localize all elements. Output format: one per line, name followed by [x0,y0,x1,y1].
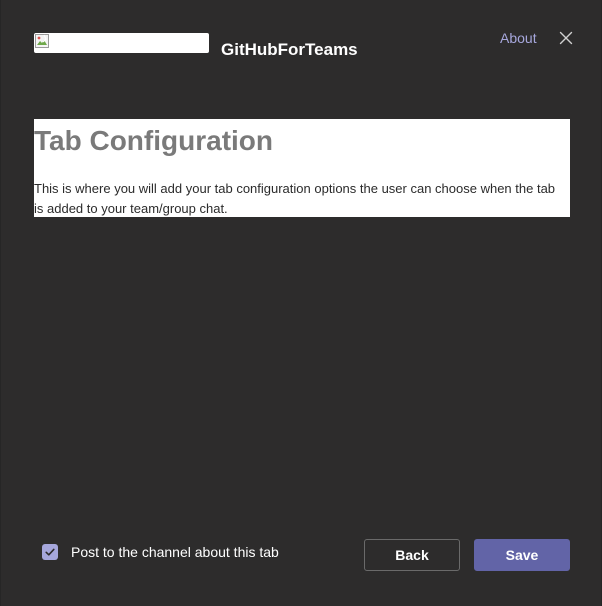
config-description: This is where you will add your tab conf… [34,181,556,216]
page-title: Tab Configuration [34,125,273,156]
tab-config-dialog: GitHubForTeams About Tab Configuration T… [0,0,602,606]
app-name: GitHubForTeams [221,40,358,59]
config-panel: Tab Configuration This is where you will… [34,119,570,217]
back-button[interactable]: Back [364,539,460,571]
app-logo [34,33,209,53]
close-button[interactable] [557,29,575,47]
checkbox-label: Post to the channel about this tab [71,544,279,560]
about-link[interactable]: About [500,30,537,47]
close-icon [559,31,573,45]
post-to-channel-checkbox[interactable]: Post to the channel about this tab [42,543,279,561]
broken-image-icon [35,34,49,48]
checkmark-icon [45,548,55,556]
checkbox-box[interactable] [42,544,58,560]
save-button[interactable]: Save [474,539,570,571]
